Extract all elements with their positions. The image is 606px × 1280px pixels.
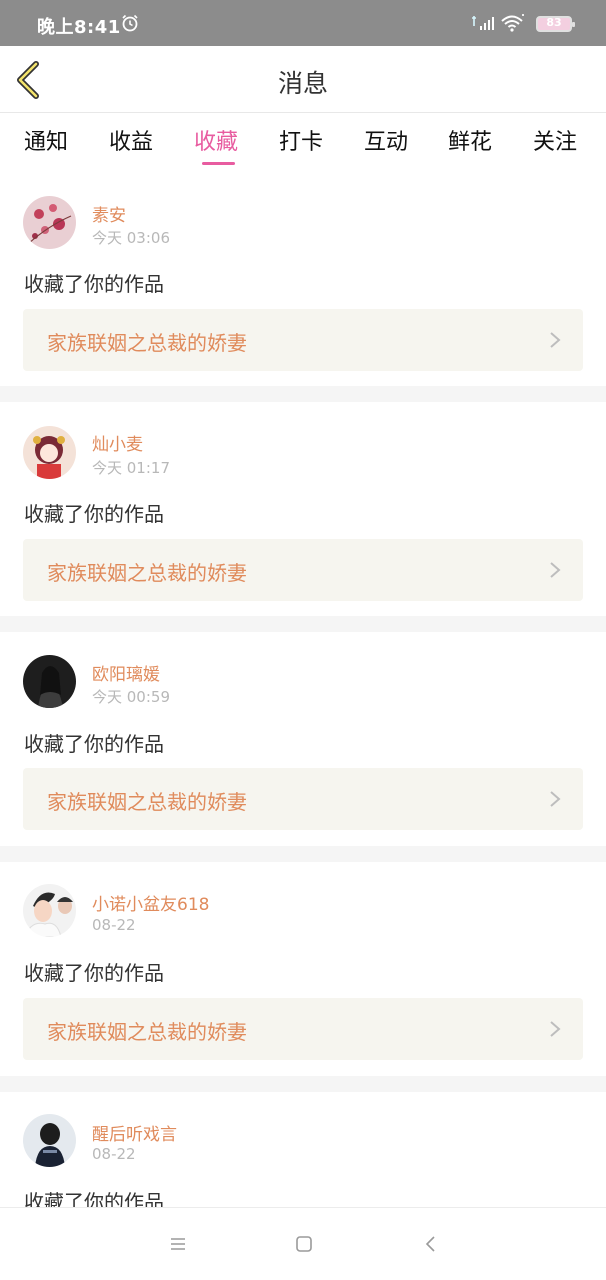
- battery-level: 83: [546, 16, 562, 29]
- message-text: 收藏了你的作品: [24, 732, 164, 756]
- wifi-icon: [501, 14, 524, 32]
- message-time: 今天 01:17: [92, 459, 170, 477]
- message-time: 08-22: [92, 916, 136, 934]
- work-link[interactable]: 家族联姻之总裁的娇妻: [23, 539, 583, 601]
- message-time: 08-22: [92, 1145, 136, 1163]
- message-card: 灿小麦 今天 01:17 收藏了你的作品 家族联姻之总裁的娇妻: [0, 402, 606, 616]
- user-name[interactable]: 灿小麦: [92, 430, 143, 455]
- active-tab-indicator: [202, 162, 235, 165]
- status-time: 晚上8:41: [37, 17, 121, 38]
- divider: [0, 386, 606, 402]
- avatar[interactable]: [23, 884, 76, 937]
- header: 消息: [0, 46, 606, 113]
- message-text: 收藏了你的作品: [24, 272, 164, 296]
- user-name[interactable]: 欧阳璃媛: [92, 660, 160, 685]
- work-link[interactable]: 家族联姻之总裁的娇妻: [23, 768, 583, 830]
- work-title: 家族联姻之总裁的娇妻: [47, 561, 247, 585]
- work-title: 家族联姻之总裁的娇妻: [47, 331, 247, 355]
- menu-icon[interactable]: [168, 1234, 188, 1254]
- avatar[interactable]: [23, 426, 76, 479]
- back-icon[interactable]: [421, 1234, 441, 1254]
- message-text: 收藏了你的作品: [24, 1190, 164, 1207]
- chevron-right-icon: [550, 562, 561, 578]
- user-name[interactable]: 素安: [92, 201, 126, 226]
- work-title: 家族联姻之总裁的娇妻: [47, 1020, 247, 1044]
- avatar[interactable]: [23, 655, 76, 708]
- page-title: 消息: [277, 69, 328, 98]
- system-nav-bar: [0, 1207, 606, 1280]
- tab-bar: 通知 收益 收藏 打卡 互动 鲜花 关注: [0, 114, 606, 170]
- tab-notifications[interactable]: 通知: [24, 124, 68, 156]
- user-name[interactable]: 小诺小盆友618: [92, 890, 209, 915]
- message-card: 醒后听戏言 08-22 收藏了你的作品: [0, 1092, 606, 1207]
- user-name[interactable]: 醒后听戏言: [92, 1120, 177, 1145]
- tab-flowers[interactable]: 鲜花: [448, 124, 492, 156]
- chevron-right-icon: [550, 1021, 561, 1037]
- message-text: 收藏了你的作品: [24, 502, 164, 526]
- home-icon[interactable]: [294, 1234, 314, 1254]
- message-card: 小诺小盆友618 08-22 收藏了你的作品 家族联姻之总裁的娇妻: [0, 862, 606, 1076]
- divider: [0, 616, 606, 632]
- avatar[interactable]: [23, 1114, 76, 1167]
- status-bar: 晚上8:41 83: [0, 0, 606, 46]
- divider: [0, 1076, 606, 1092]
- avatar[interactable]: [23, 196, 76, 249]
- work-link[interactable]: 家族联姻之总裁的娇妻: [23, 998, 583, 1060]
- message-text: 收藏了你的作品: [24, 961, 164, 985]
- signal-icon: [472, 16, 494, 30]
- message-time: 今天 03:06: [92, 229, 170, 247]
- message-card: 欧阳璃媛 今天 00:59 收藏了你的作品 家族联姻之总裁的娇妻: [0, 632, 606, 846]
- alarm-icon: [122, 14, 138, 32]
- divider: [0, 846, 606, 862]
- tab-interactions[interactable]: 互动: [364, 124, 408, 156]
- work-title: 家族联姻之总裁的娇妻: [47, 790, 247, 814]
- battery-icon: 83: [536, 16, 575, 32]
- message-time: 今天 00:59: [92, 688, 170, 706]
- tab-checkin[interactable]: 打卡: [279, 124, 323, 156]
- tab-follow[interactable]: 关注: [533, 124, 577, 156]
- work-link[interactable]: 家族联姻之总裁的娇妻: [23, 309, 583, 371]
- chevron-right-icon: [550, 791, 561, 807]
- chevron-right-icon: [550, 332, 561, 348]
- message-card: 素安 今天 03:06 收藏了你的作品 家族联姻之总裁的娇妻: [0, 172, 606, 386]
- tab-earnings[interactable]: 收益: [109, 124, 153, 156]
- tab-favorites[interactable]: 收藏: [194, 124, 238, 156]
